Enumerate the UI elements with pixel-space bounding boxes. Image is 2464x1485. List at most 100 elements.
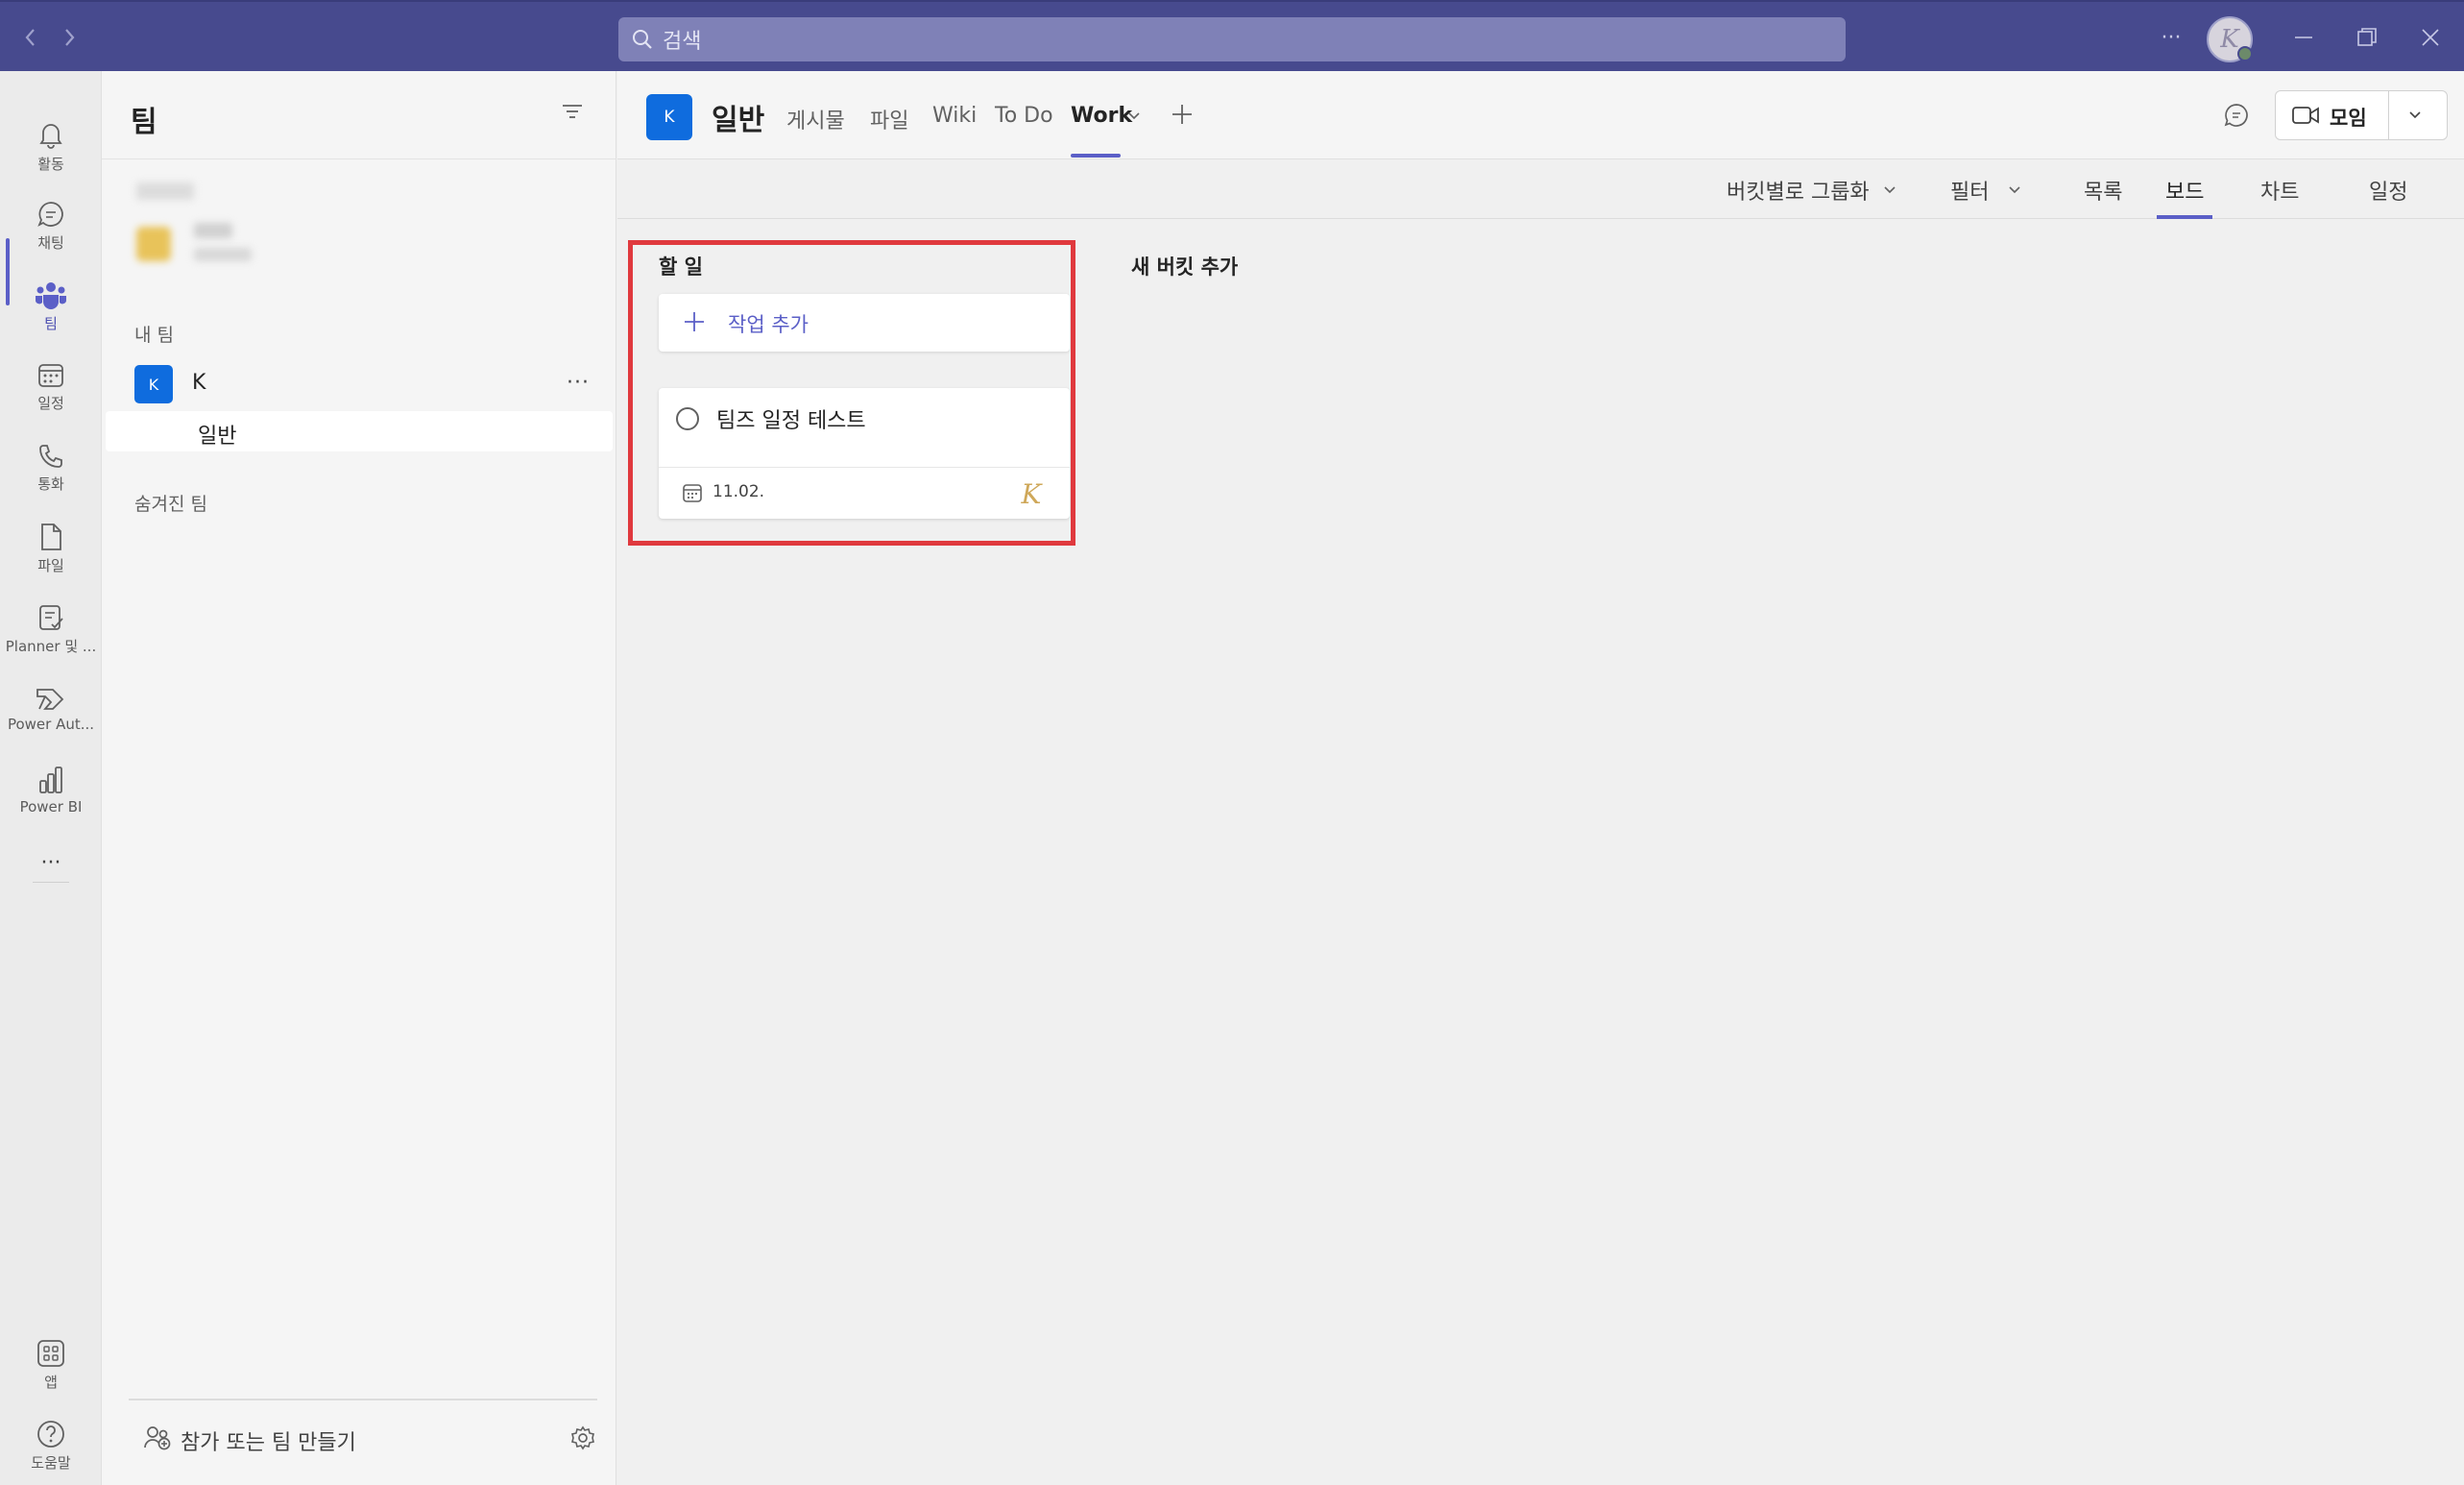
blurred-team-name [194,223,232,238]
group-by-dropdown[interactable]: 버킷별로 그룹화 [1727,175,1896,206]
team-row-k[interactable]: K K ··· [102,359,616,409]
rail-item-help[interactable]: 도움말 [0,1408,102,1483]
view-schedule[interactable]: 일정 [2369,175,2407,206]
rail-more-button[interactable]: ··· [0,834,102,888]
title-bar: 검색 ··· K [0,0,2464,71]
view-board[interactable]: 보드 [2165,175,2204,206]
teams-panel: 팀 내 팀 K K ··· 일반 숨겨진 팀 참가 또는 팀 만들기 [102,71,616,1485]
footer-divider [129,1399,597,1400]
active-view-indicator [2157,215,2212,219]
calendar-icon [37,362,64,389]
chevron-down-icon [1883,185,1896,195]
hidden-teams-label[interactable]: 숨겨진 팀 [134,490,207,516]
tab-work[interactable]: Work [1071,104,1132,128]
rail-item-calendar[interactable]: 일정 [0,350,102,425]
minimize-icon[interactable] [2289,15,2318,60]
apps-icon [36,1339,65,1368]
search-placeholder: 검색 [663,30,702,54]
close-icon[interactable] [2416,15,2445,60]
channel-row-general[interactable]: 일반 [106,411,613,451]
view-list[interactable]: 목록 [2084,175,2122,206]
rail-item-files[interactable]: 파일 [0,511,102,586]
meet-button-divider [2388,91,2389,139]
rail-label: 파일 [37,556,64,574]
more-options-icon: ··· [40,850,61,875]
rail-item-teams[interactable]: 팀 [0,269,102,344]
meet-label: 모임 [2330,107,2367,130]
power-bi-icon [38,766,63,794]
rail-label: 팀 [44,314,58,332]
my-teams-label: 내 팀 [134,325,174,346]
file-icon [39,523,62,551]
channel-name: 일반 [198,425,237,449]
rail-item-calls[interactable]: 통화 [0,430,102,505]
tab-wiki[interactable]: Wiki [932,104,977,128]
rail-item-apps[interactable]: 앱 [0,1327,102,1402]
rail-label: 앱 [44,1373,58,1391]
join-create-team-button[interactable]: 참가 또는 팀 만들기 [131,1416,611,1460]
planner-icon [36,603,65,632]
forward-arrow-icon[interactable] [56,21,85,54]
rail-item-power-bi[interactable]: Power BI [0,753,102,828]
teams-panel-header: 팀 [102,71,616,159]
team-name: K [192,371,206,395]
chevron-down-icon[interactable] [1127,111,1141,121]
blurred-section-label [136,183,194,200]
help-icon [36,1420,65,1448]
more-options-icon[interactable]: ··· [2157,15,2186,60]
active-tab-indicator [1071,154,1121,158]
rail-label: 활동 [37,155,64,173]
teams-icon [35,280,67,309]
join-create-label: 참가 또는 팀 만들기 [181,1431,356,1455]
rail-label: Power BI [19,798,83,816]
search-icon [632,29,653,50]
blurred-team-avatar [136,227,171,261]
filter-label: 필터 [1950,181,1990,205]
rail-label: 일정 [37,394,64,412]
restore-icon[interactable] [2353,15,2381,60]
rail-item-power-automate[interactable]: Power Aut... [0,672,102,747]
meet-button[interactable]: 모임 [2275,90,2448,140]
rail-label: 도움말 [31,1453,71,1472]
tab-todo[interactable]: To Do [995,104,1053,128]
conversation-icon[interactable] [2223,102,2250,129]
presence-status-icon [2237,46,2253,61]
rail-label: 채팅 [37,233,64,252]
planner-toolbar: 버킷별로 그룹화 필터 목록 보드 차트 일정 [617,159,2464,219]
view-charts[interactable]: 차트 [2260,175,2299,206]
chevron-down-icon [2008,185,2021,195]
phone-icon [37,443,64,470]
settings-gear-icon[interactable] [570,1425,595,1450]
bell-icon [37,121,64,150]
rail-item-chat[interactable]: 채팅 [0,188,102,263]
rail-label: Power Aut... [7,716,95,733]
channel-team-avatar: K [646,94,692,140]
rail-divider [33,882,69,883]
tab-files[interactable]: 파일 [870,104,908,134]
add-tab-plus-icon[interactable] [1170,102,1195,127]
search-input[interactable]: 검색 [618,17,1846,61]
team-more-options-icon[interactable]: ··· [567,371,590,395]
channel-header: K 일반 게시물 파일 Wiki To Do Work 모임 [617,71,2464,159]
rail-label: 통화 [37,475,64,493]
teams-panel-title: 팀 [131,106,157,139]
filter-icon[interactable] [561,102,584,121]
channel-title: 일반 [712,104,765,137]
group-by-label: 버킷별로 그룹화 [1727,181,1870,205]
blurred-team-sub [194,248,252,261]
filter-dropdown[interactable]: 필터 [1950,175,2021,206]
rail-label: Planner 및 ... [5,637,97,655]
rail-item-activity[interactable]: 활동 [0,110,102,184]
app-rail: 활동 채팅 팀 일정 통화 파일 Planner 및 ... Power Aut… [0,71,102,1485]
back-arrow-icon[interactable] [15,21,44,54]
rail-item-planner[interactable]: Planner 및 ... [0,592,102,667]
video-camera-icon [2291,105,2320,126]
highlight-box [628,240,1075,546]
add-new-bucket-button[interactable]: 새 버킷 추가 [1131,252,1238,280]
add-people-icon [144,1425,171,1450]
chat-icon [36,200,65,229]
meet-options-chevron-icon[interactable] [2408,110,2422,120]
power-automate-icon [36,687,66,712]
team-avatar: K [134,365,173,403]
tab-posts[interactable]: 게시물 [786,104,845,134]
